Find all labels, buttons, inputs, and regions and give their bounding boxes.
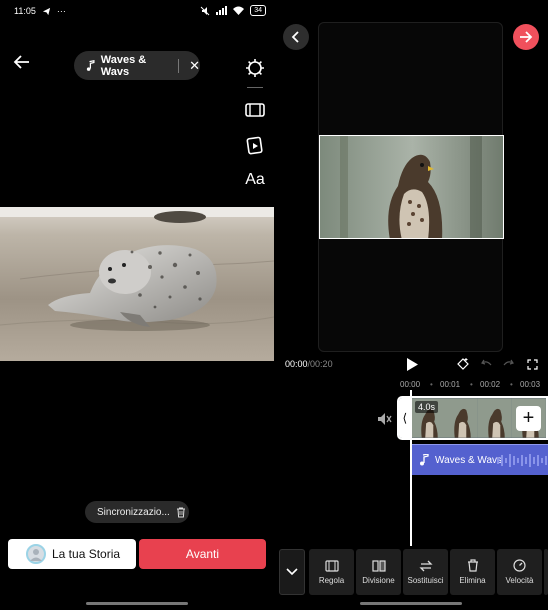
- add-clip-button[interactable]: +: [516, 406, 541, 431]
- tick-label: 00:03: [520, 380, 541, 389]
- video-editor-pane: 00:00/00:20 00:00 • 00:01 • 00:02 • 00:0…: [274, 0, 548, 610]
- clip-icon[interactable]: [240, 131, 270, 159]
- delete-button[interactable]: Elimina: [450, 549, 495, 595]
- music-title: Waves & Wavs: [100, 53, 147, 78]
- audio-track[interactable]: Waves & Wavs: [411, 444, 548, 475]
- story-editor-pane: 11:05 ··· 34 Waves & Wavs ✕ Aa Sincroniz…: [0, 0, 274, 610]
- wifi-icon: [233, 6, 245, 15]
- tick-dot: •: [470, 380, 473, 389]
- total-time: 00:20: [310, 359, 333, 369]
- split-label: Divisione: [362, 575, 395, 585]
- more-actions-button[interactable]: [544, 549, 548, 595]
- home-indicator: [86, 602, 188, 605]
- adjust-button[interactable]: Regola: [309, 549, 354, 595]
- telegram-icon: [42, 7, 50, 15]
- more-notifications-icon: ···: [56, 6, 66, 16]
- adjust-label: Regola: [318, 575, 345, 585]
- trash-icon[interactable]: [176, 507, 186, 518]
- audio-waveform: [497, 454, 547, 467]
- delete-label: Elimina: [459, 576, 486, 585]
- text-icon[interactable]: Aa: [240, 166, 270, 194]
- undo-icon[interactable]: [478, 356, 494, 372]
- arrow-right-icon: [520, 31, 533, 43]
- clip-thumbnail: [444, 398, 479, 438]
- forward-button[interactable]: [513, 24, 539, 50]
- status-icons: 34: [200, 5, 266, 16]
- seal-photo: [0, 207, 274, 361]
- text-tool-label: Aa: [245, 171, 265, 188]
- playback-time: 00:00/00:20: [285, 359, 333, 369]
- speed-label: Velocità: [505, 576, 534, 585]
- collapse-button[interactable]: [279, 549, 305, 595]
- edit-action-bar: Regola Divisione Sostituisci Elimina Vel…: [274, 547, 548, 597]
- clip-trim-handle[interactable]: ⟨: [399, 398, 411, 438]
- adjust-icon: [324, 559, 339, 572]
- status-bar: 11:05 ···: [14, 6, 66, 16]
- next-button[interactable]: Avanti: [139, 539, 266, 569]
- tick-label: 00:02: [480, 380, 501, 389]
- battery-indicator: 34: [250, 5, 266, 16]
- back-button[interactable]: [283, 24, 309, 50]
- split-button[interactable]: Divisione: [356, 549, 401, 595]
- chevron-left-icon: [291, 31, 299, 43]
- current-time: 00:00: [285, 359, 308, 369]
- clip-thumbnail: [478, 398, 513, 438]
- status-time: 11:05: [14, 6, 36, 16]
- toolbar-divider: [247, 87, 263, 88]
- replace-icon: [418, 560, 433, 571]
- speed-icon: [513, 559, 526, 572]
- music-selection-pill[interactable]: Waves & Wavs ✕: [74, 51, 200, 80]
- tick-label: 00:00: [400, 380, 421, 389]
- home-indicator: [360, 602, 462, 605]
- music-note-icon: [420, 454, 429, 466]
- avatar: [26, 544, 46, 564]
- audio-track-label: Waves & Wavs: [435, 454, 503, 466]
- mute-clip-icon[interactable]: [376, 411, 392, 427]
- tick-dot: •: [430, 380, 433, 389]
- settings-icon[interactable]: [240, 54, 270, 82]
- split-icon: [371, 559, 386, 572]
- tick-label: 00:01: [440, 380, 461, 389]
- sync-label: Sincronizzazio...: [97, 506, 170, 518]
- film-frame-icon[interactable]: [240, 96, 270, 124]
- play-icon[interactable]: [404, 356, 420, 372]
- fullscreen-icon[interactable]: [524, 356, 540, 372]
- mute-status-icon: [200, 6, 210, 15]
- remove-music-icon[interactable]: ✕: [189, 58, 200, 74]
- music-note-icon: [86, 59, 95, 71]
- tick-dot: •: [510, 380, 513, 389]
- signal-icon: [216, 6, 228, 15]
- clip-duration-badge: 4.0s: [415, 401, 439, 413]
- playhead[interactable]: [410, 390, 412, 546]
- sync-pill[interactable]: Sincronizzazio...: [85, 501, 189, 523]
- next-label: Avanti: [185, 547, 220, 561]
- trash-icon: [467, 559, 478, 572]
- your-story-label: La tua Storia: [52, 547, 121, 561]
- redo-icon[interactable]: [500, 356, 516, 372]
- speed-button[interactable]: Velocità: [497, 549, 542, 595]
- back-arrow-icon[interactable]: [12, 52, 32, 72]
- pill-divider: [178, 58, 180, 73]
- replace-label: Sostituisci: [407, 575, 444, 585]
- replace-button[interactable]: Sostituisci: [403, 549, 448, 595]
- keyframe-icon[interactable]: [455, 356, 471, 372]
- hawk-photo: [319, 135, 504, 239]
- chevron-down-icon: [286, 568, 298, 576]
- your-story-button[interactable]: La tua Storia: [8, 539, 136, 569]
